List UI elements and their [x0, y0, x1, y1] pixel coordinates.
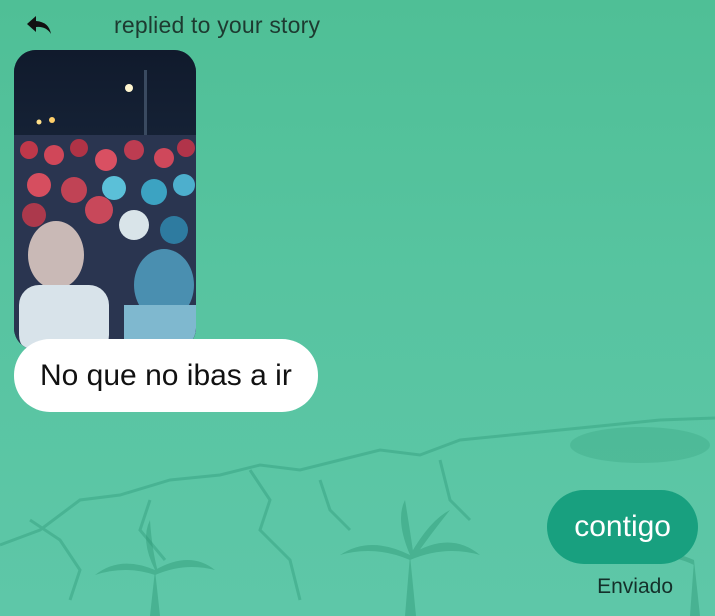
message-status: Enviado — [597, 575, 673, 598]
story-thumbnail[interactable] — [14, 50, 196, 350]
sent-message-bubble[interactable]: contigo — [547, 490, 698, 564]
story-photo — [14, 50, 196, 350]
received-message-bubble[interactable]: No que no ibas a ir — [14, 339, 318, 412]
reply-context-text: replied to your story — [114, 12, 321, 38]
story-reply-header: replied to your story — [24, 8, 424, 44]
sent-message-text: contigo — [574, 510, 671, 543]
received-message-text: No que no ibas a ir — [40, 358, 292, 392]
reply-icon — [27, 16, 51, 34]
